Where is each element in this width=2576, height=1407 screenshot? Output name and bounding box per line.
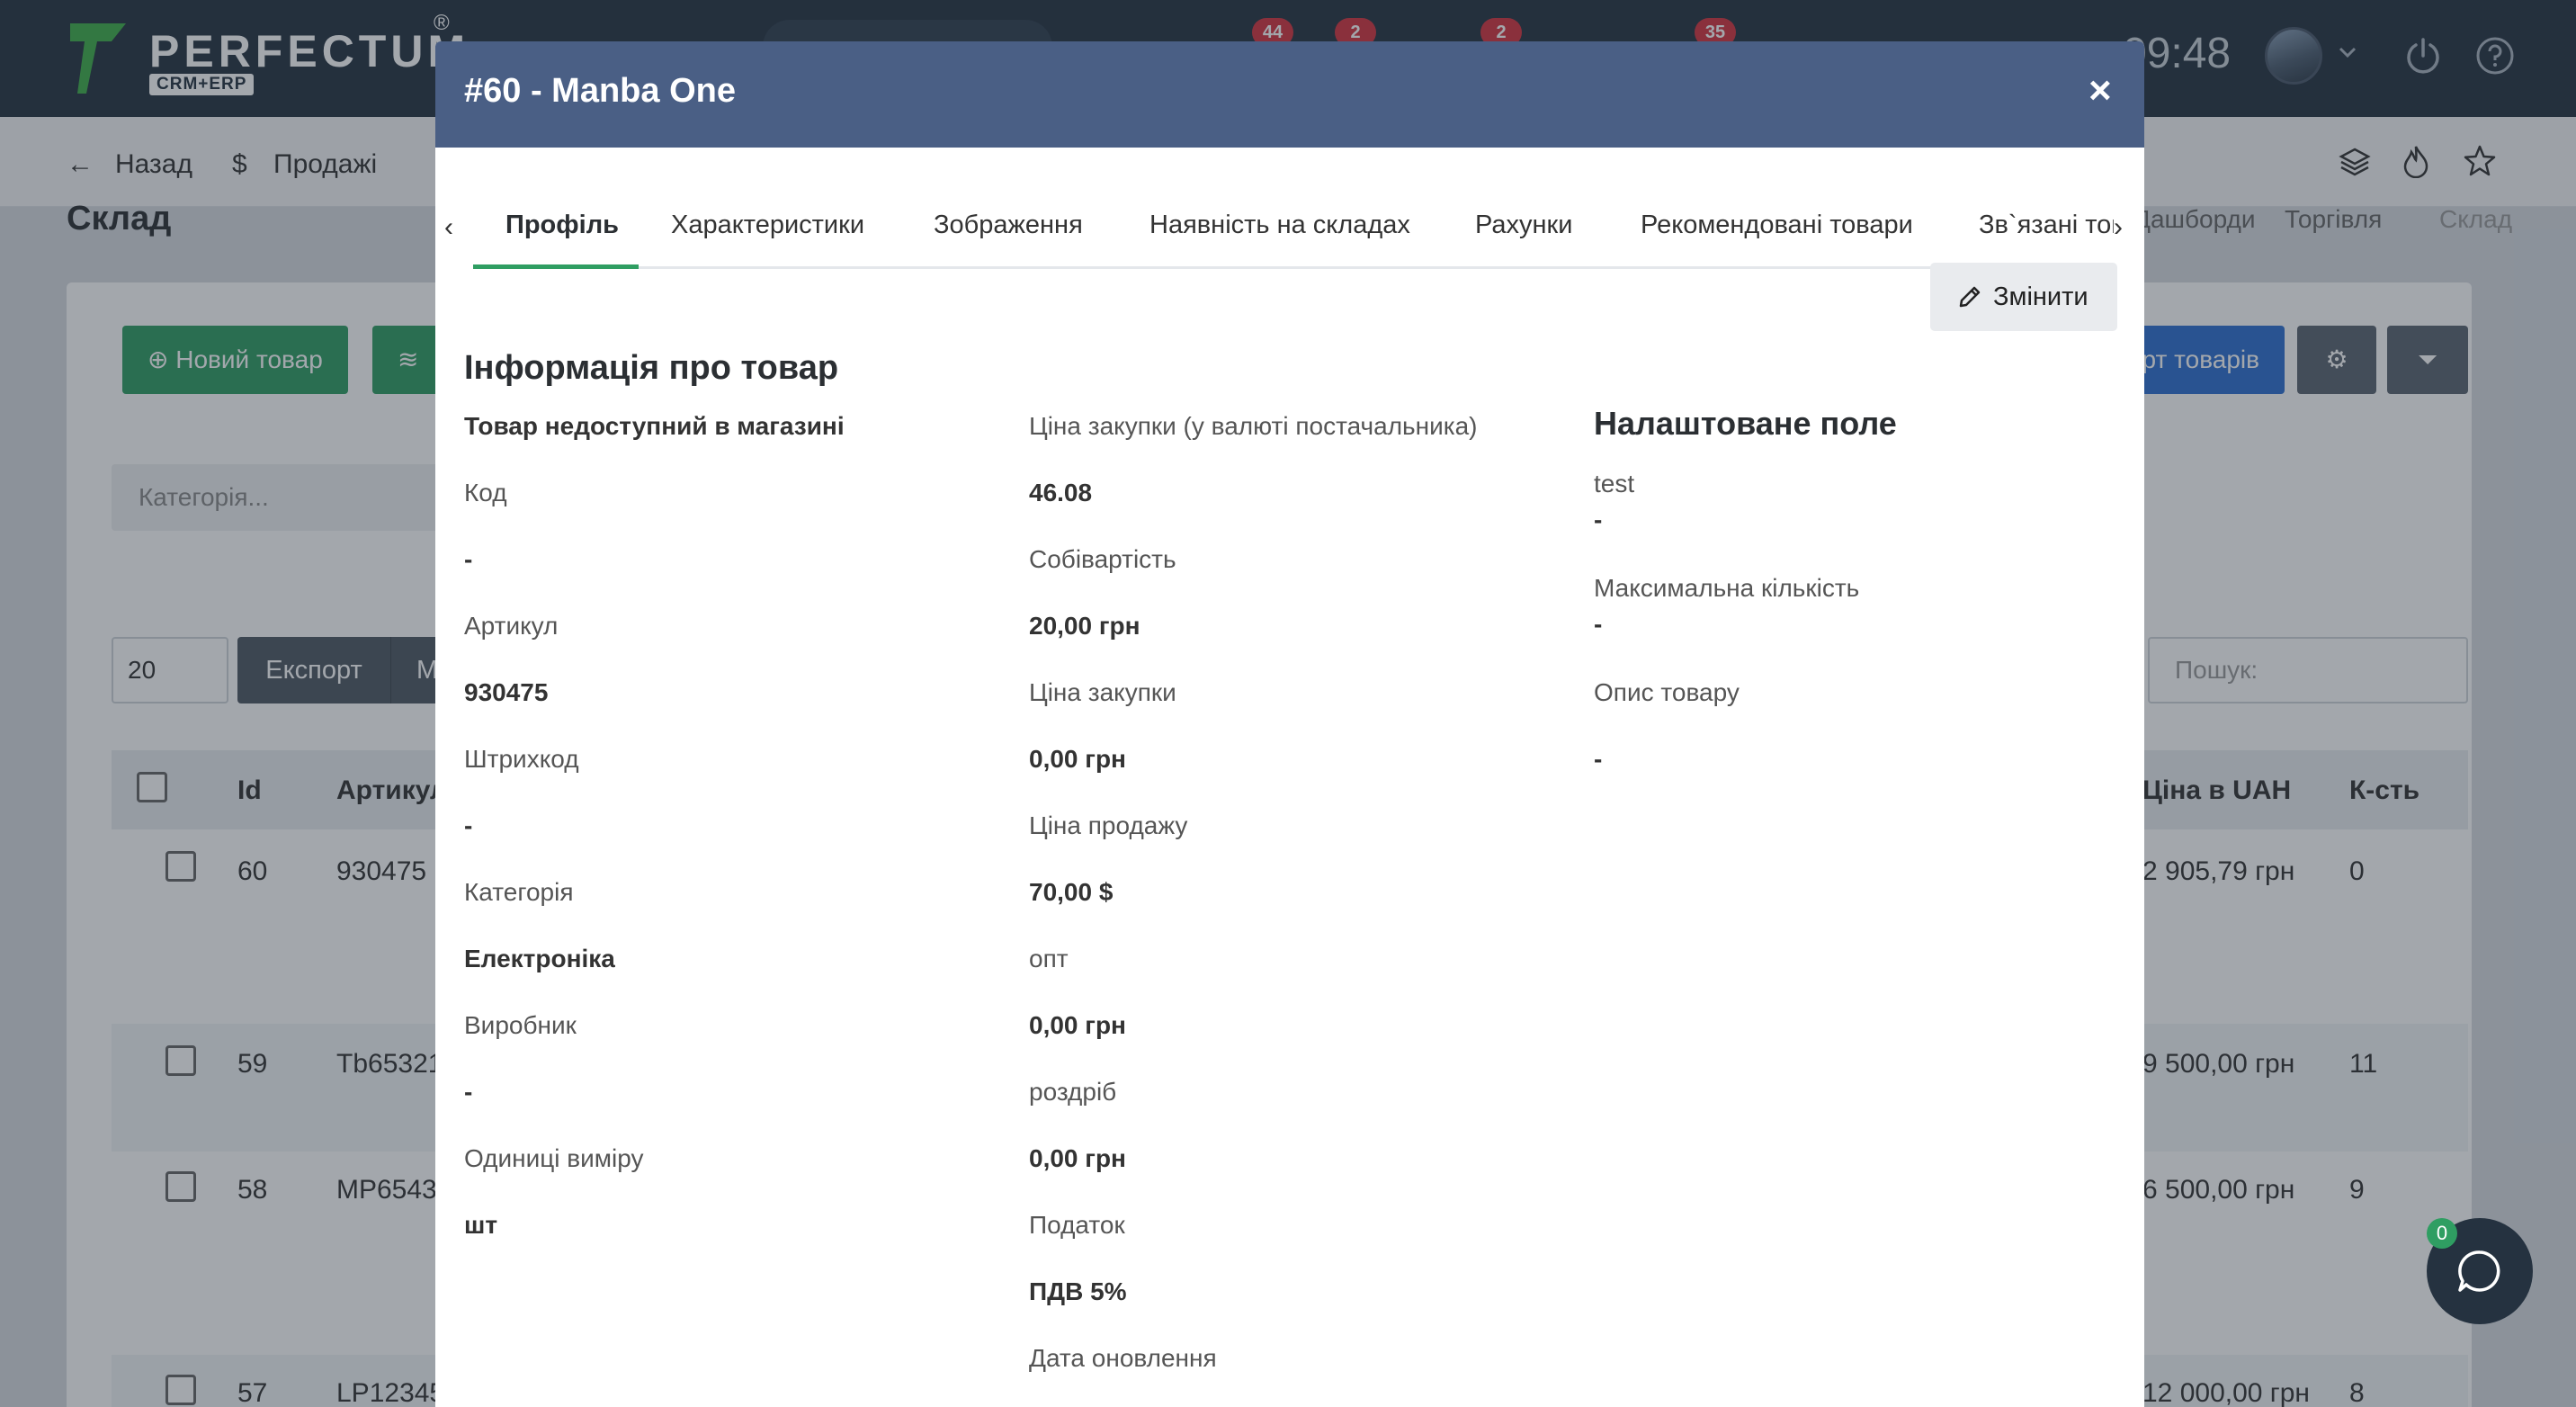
field-value-sku: 930475 [464, 678, 549, 706]
field-label-sale-price: Ціна продажу [1029, 811, 1188, 839]
tabs-divider [473, 266, 2108, 269]
chevron-right-icon[interactable]: › [2114, 212, 2144, 243]
field-label-wholesale: опт [1029, 945, 1069, 972]
close-icon[interactable]: × [2089, 68, 2112, 113]
field-label-category: Категорія [464, 878, 574, 906]
field-label-manufacturer: Виробник [464, 1011, 577, 1039]
field-label-code: Код [464, 479, 507, 506]
field-label-description: Опис товару [1594, 678, 1740, 706]
field-value-purchase-price-supplier: 46.08 [1029, 479, 1093, 506]
field-label-barcode: Штрихкод [464, 745, 579, 773]
field-label-units: Одиниці виміру [464, 1144, 644, 1172]
field-label-cost: Собівартість [1029, 545, 1176, 573]
field-value-units: шт [464, 1211, 498, 1239]
tab-invoices[interactable]: Рахунки [1475, 211, 1572, 240]
field-value-test: - [1594, 506, 1603, 533]
unavailable-in-store-label: Товар недоступний в магазині [464, 412, 845, 440]
tab-characteristics[interactable]: Характеристики [671, 211, 864, 240]
active-tab-indicator [473, 264, 639, 269]
field-value-barcode: - [464, 811, 473, 839]
modal-header: #60 - Manba One × [435, 41, 2144, 148]
tab-images[interactable]: Зображення [934, 211, 1083, 240]
chat-unread-badge: 0 [2427, 1218, 2457, 1249]
field-label-purchase-price: Ціна закупки [1029, 678, 1176, 706]
field-label-updated-date: Дата оновлення [1029, 1344, 1217, 1372]
field-label-max-quantity: Максимальна кількість [1594, 574, 1860, 602]
field-label-tax: Податок [1029, 1211, 1125, 1239]
field-value-category: Електроніка [464, 945, 615, 972]
chat-bubble-icon [2458, 1250, 2500, 1292]
field-label-sku: Артикул [464, 612, 559, 640]
modal-tabs: ‹ Профіль Характеристики Зображення Наяв… [435, 148, 2144, 270]
field-value-max-quantity: - [1594, 610, 1603, 638]
field-label-purchase-price-supplier: Ціна закупки (у валюті постачальника) [1029, 412, 1478, 440]
field-label-retail: роздріб [1029, 1078, 1117, 1106]
field-value-cost: 20,00 грн [1029, 612, 1140, 640]
field-value-sale-price: 70,00 $ [1029, 878, 1114, 906]
field-value-code: - [464, 545, 473, 573]
pencil-icon [1959, 286, 1981, 308]
field-label-test: test [1594, 470, 1635, 497]
field-value-retail: 0,00 грн [1029, 1144, 1126, 1172]
modal-title: #60 - Manba One [464, 72, 736, 110]
edit-button[interactable]: Змінити [1930, 263, 2117, 331]
section-title: Інформація про товар [464, 349, 839, 387]
product-modal: #60 - Manba One × ‹ Профіль Характеристи… [435, 41, 2144, 1407]
field-value-purchase-price: 0,00 грн [1029, 745, 1126, 773]
field-value-manufacturer: - [464, 1078, 473, 1106]
tab-profile[interactable]: Профіль [505, 211, 619, 240]
field-value-wholesale: 0,00 грн [1029, 1011, 1126, 1039]
tab-stock[interactable]: Наявність на складах [1149, 211, 1410, 240]
chevron-left-icon[interactable]: ‹ [444, 212, 453, 243]
field-value-tax: ПДВ 5% [1029, 1277, 1127, 1305]
custom-fields-title: Налаштоване поле [1594, 405, 1897, 442]
tab-recommended[interactable]: Рекомендовані товари [1641, 211, 1913, 240]
field-value-description: - [1594, 745, 1603, 773]
